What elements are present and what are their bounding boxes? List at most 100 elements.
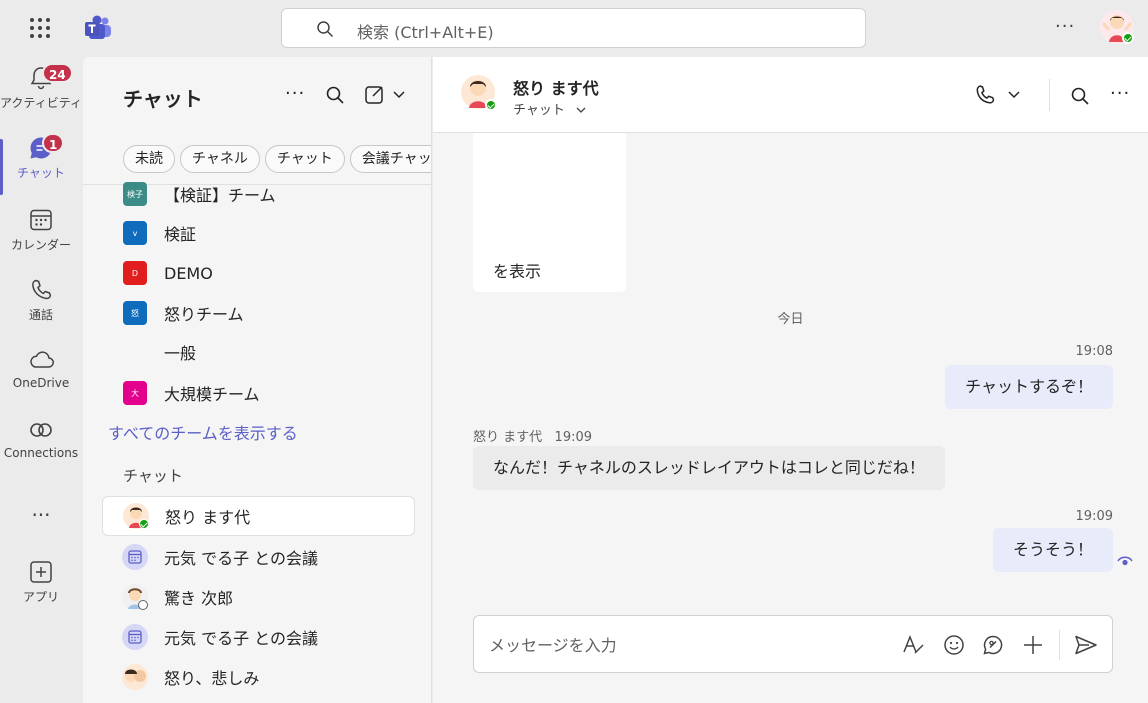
title-bar: 検索 (Ctrl+Alt+E) ···	[0, 0, 1148, 57]
team-name: DEMO	[164, 263, 213, 283]
settings-more-icon[interactable]: ···	[1055, 16, 1075, 37]
message-sender: 怒り ます代	[473, 430, 543, 445]
team-item[interactable]: 怒 怒りチーム	[123, 298, 244, 328]
chat-item[interactable]: 元気 でる子 との会議	[102, 617, 415, 657]
date-separator: 今日	[777, 312, 804, 327]
message-bubble-sent[interactable]: そうそう！	[992, 528, 1113, 572]
team-avatar: 怒	[123, 301, 147, 325]
activity-badge: 24	[42, 63, 73, 83]
chat-filter-search-icon[interactable]	[325, 85, 345, 105]
search-in-chat-icon[interactable]	[1070, 86, 1090, 106]
rail-onedrive[interactable]: OneDrive	[0, 347, 82, 409]
chat-name: 元気 でる子 との会議	[164, 629, 319, 648]
team-item[interactable]: 大 大規模チーム	[123, 378, 260, 408]
chat-item-selected[interactable]: 怒り ます代	[102, 496, 415, 536]
avatar	[122, 584, 148, 610]
rail-connections-label: Connections	[3, 446, 79, 460]
channel-item-general[interactable]: 一般	[164, 340, 196, 364]
rail-activity[interactable]: アクティビティ 24	[0, 63, 82, 127]
format-icon[interactable]	[902, 634, 926, 656]
filter-meeting-chats[interactable]: 会議チャット	[349, 145, 431, 173]
search-placeholder: 検索 (Ctrl+Alt+E)	[357, 23, 494, 42]
app-rail: アクティビティ 24 チャット 1 カレンダー 通話 OneDrive Conn…	[0, 57, 82, 703]
conversation-title[interactable]: 怒り ます代	[513, 75, 599, 99]
search-box[interactable]: 検索 (Ctrl+Alt+E)	[281, 8, 866, 48]
group-avatar-icon	[125, 669, 146, 682]
avatar	[123, 503, 149, 529]
chat-section-header[interactable]: チャット	[123, 465, 183, 486]
conversation-header: 怒り ます代 チャット ···	[433, 57, 1148, 133]
rail-more-apps[interactable]: ...	[0, 499, 82, 523]
chat-badge: 1	[42, 133, 65, 153]
rail-apps-label: アプリ	[22, 590, 59, 604]
calendar-icon	[30, 209, 52, 231]
chat-list-pane: チャット ··· 未読 チャネル チャット 会議チャット 検子 【検証】チーム …	[83, 57, 432, 703]
new-chat-icon[interactable]	[364, 84, 410, 106]
conversation-pane: 怒り ます代 チャット ··· を表示 今日 19:08 チャットするぞ！ 怒り…	[433, 57, 1148, 703]
conversation-avatar[interactable]	[461, 75, 497, 111]
read-receipt-eye-icon	[1117, 556, 1133, 566]
meeting-calendar-icon	[128, 550, 142, 564]
message-composer[interactable]: メッセージを入力	[473, 615, 1113, 673]
call-button-icon[interactable]	[974, 83, 1030, 107]
team-name: 大規模チーム	[164, 385, 260, 404]
message-card[interactable]: を表示	[473, 133, 626, 292]
chat-item[interactable]: 驚き 次郎	[102, 577, 415, 617]
teams-logo-icon	[85, 15, 111, 39]
team-avatar: 大	[123, 381, 147, 405]
filter-channels[interactable]: チャネル	[180, 145, 260, 173]
team-item[interactable]: v 検証	[123, 218, 196, 248]
show-all-teams-link[interactable]: すべてのチームを表示する	[108, 420, 298, 444]
chat-item[interactable]: 怒り、悲しみ	[102, 657, 415, 697]
chat-name: 元気 でる子 との会議	[164, 549, 319, 568]
message-meta: 怒り ます代 19:09	[473, 426, 592, 445]
app-launcher-icon[interactable]	[28, 16, 52, 40]
presence-available-icon	[139, 519, 149, 529]
rail-chat-label: チャット	[17, 166, 65, 180]
add-attachment-icon[interactable]	[1022, 634, 1044, 656]
chat-item[interactable]: 元気 でる子 との会議	[102, 537, 415, 577]
search-icon	[317, 21, 334, 38]
conversation-tab[interactable]: チャット	[513, 99, 587, 118]
rail-calls-label: 通話	[28, 308, 53, 322]
user-avatar[interactable]	[1100, 10, 1134, 44]
rail-calls[interactable]: 通話	[0, 277, 82, 339]
chevron-down-icon	[576, 107, 586, 113]
emoji-icon[interactable]	[943, 634, 965, 656]
message-time: 19:08	[1075, 344, 1113, 359]
rail-connections[interactable]: Connections	[0, 417, 82, 479]
rail-calendar-label: カレンダー	[10, 238, 71, 252]
team-avatar: 検子	[123, 182, 147, 206]
team-name: 怒りチーム	[164, 305, 244, 324]
message-card-text: を表示	[493, 262, 542, 281]
more-apps-icon: ...	[31, 497, 51, 521]
more-options-icon[interactable]: ···	[1110, 83, 1130, 104]
cloud-icon	[30, 351, 54, 368]
message-bubble-sent[interactable]: チャットするぞ！	[945, 365, 1113, 409]
filter-chats[interactable]: チャット	[264, 145, 345, 173]
composer-placeholder: メッセージを入力	[489, 636, 617, 655]
send-icon[interactable]	[1074, 634, 1098, 656]
chat-name: 怒り ます代	[165, 508, 251, 527]
conversation-tab-label: チャット	[513, 103, 565, 118]
chat-name: 怒り、悲しみ	[164, 669, 260, 688]
filter-unread[interactable]: 未読	[123, 145, 175, 173]
chat-name: 驚き 次郎	[164, 589, 234, 608]
rail-calendar[interactable]: カレンダー	[0, 207, 82, 269]
rail-apps[interactable]: アプリ	[0, 559, 82, 621]
team-item[interactable]: 検子 【検証】チーム	[123, 179, 276, 209]
message-bubble-received[interactable]: なんだ！チャネルのスレッドレイアウトはコレと同じだね！	[473, 446, 945, 490]
meeting-avatar	[122, 544, 148, 570]
meeting-calendar-icon	[128, 630, 142, 644]
presence-available-icon	[1122, 32, 1134, 44]
composer-divider	[1059, 630, 1060, 660]
team-item[interactable]: D DEMO	[123, 258, 213, 288]
rail-onedrive-label: OneDrive	[12, 376, 70, 390]
chat-filters: 未読 チャネル チャット 会議チャット	[123, 145, 431, 173]
message-time: 19:09	[554, 430, 593, 445]
rail-chat[interactable]: チャット 1	[0, 133, 82, 197]
team-name: 検証	[164, 225, 197, 244]
chat-list-more-icon[interactable]: ···	[285, 83, 305, 104]
add-app-icon	[30, 561, 52, 583]
loop-component-icon[interactable]	[982, 634, 1004, 656]
